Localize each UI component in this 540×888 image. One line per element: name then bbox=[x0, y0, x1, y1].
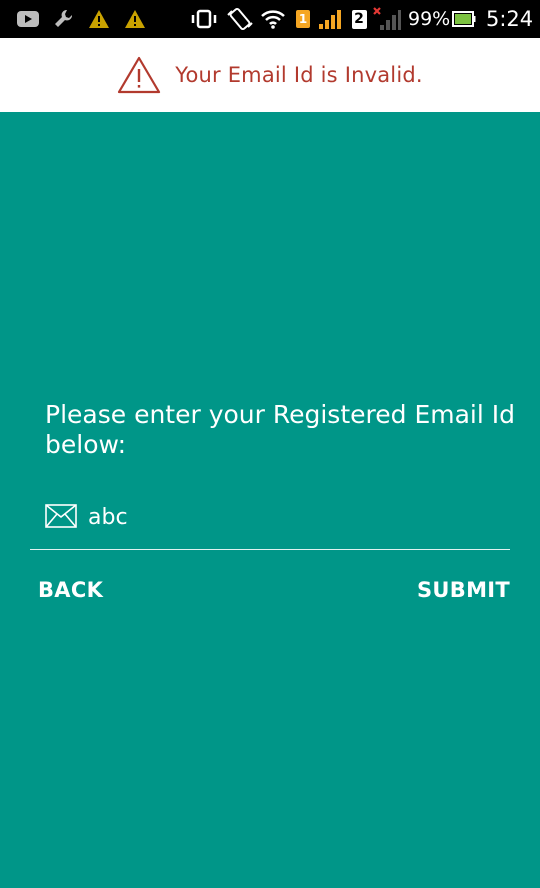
mail-icon bbox=[45, 504, 77, 528]
email-input[interactable] bbox=[88, 500, 498, 534]
error-message: Your Email Id is Invalid. bbox=[175, 63, 423, 87]
warning-icon bbox=[88, 6, 110, 32]
clock-time: 5:24 bbox=[486, 7, 534, 31]
vibrate-icon bbox=[190, 6, 218, 32]
error-banner: Your Email Id is Invalid. bbox=[0, 38, 540, 112]
sim2-icon: 2 bbox=[350, 6, 368, 32]
email-prompt: Please enter your Registered Email Id be… bbox=[45, 400, 515, 459]
warning-icon bbox=[124, 6, 146, 32]
no-signal-icon bbox=[372, 6, 402, 32]
status-bar: 1 2 99% 5:24 bbox=[0, 0, 540, 38]
warning-triangle-icon bbox=[118, 56, 161, 94]
battery-percent: 99% bbox=[408, 8, 451, 30]
email-field-row bbox=[30, 495, 510, 550]
back-button[interactable]: BACK bbox=[38, 572, 103, 608]
rotate-icon bbox=[226, 6, 254, 32]
youtube-icon bbox=[16, 6, 40, 32]
signal-icon bbox=[318, 6, 342, 32]
battery-icon bbox=[452, 6, 476, 32]
submit-button[interactable]: SUBMIT bbox=[417, 572, 510, 608]
wifi-icon bbox=[260, 6, 286, 32]
wrench-icon bbox=[52, 6, 76, 32]
sim1-icon: 1 bbox=[295, 6, 311, 32]
